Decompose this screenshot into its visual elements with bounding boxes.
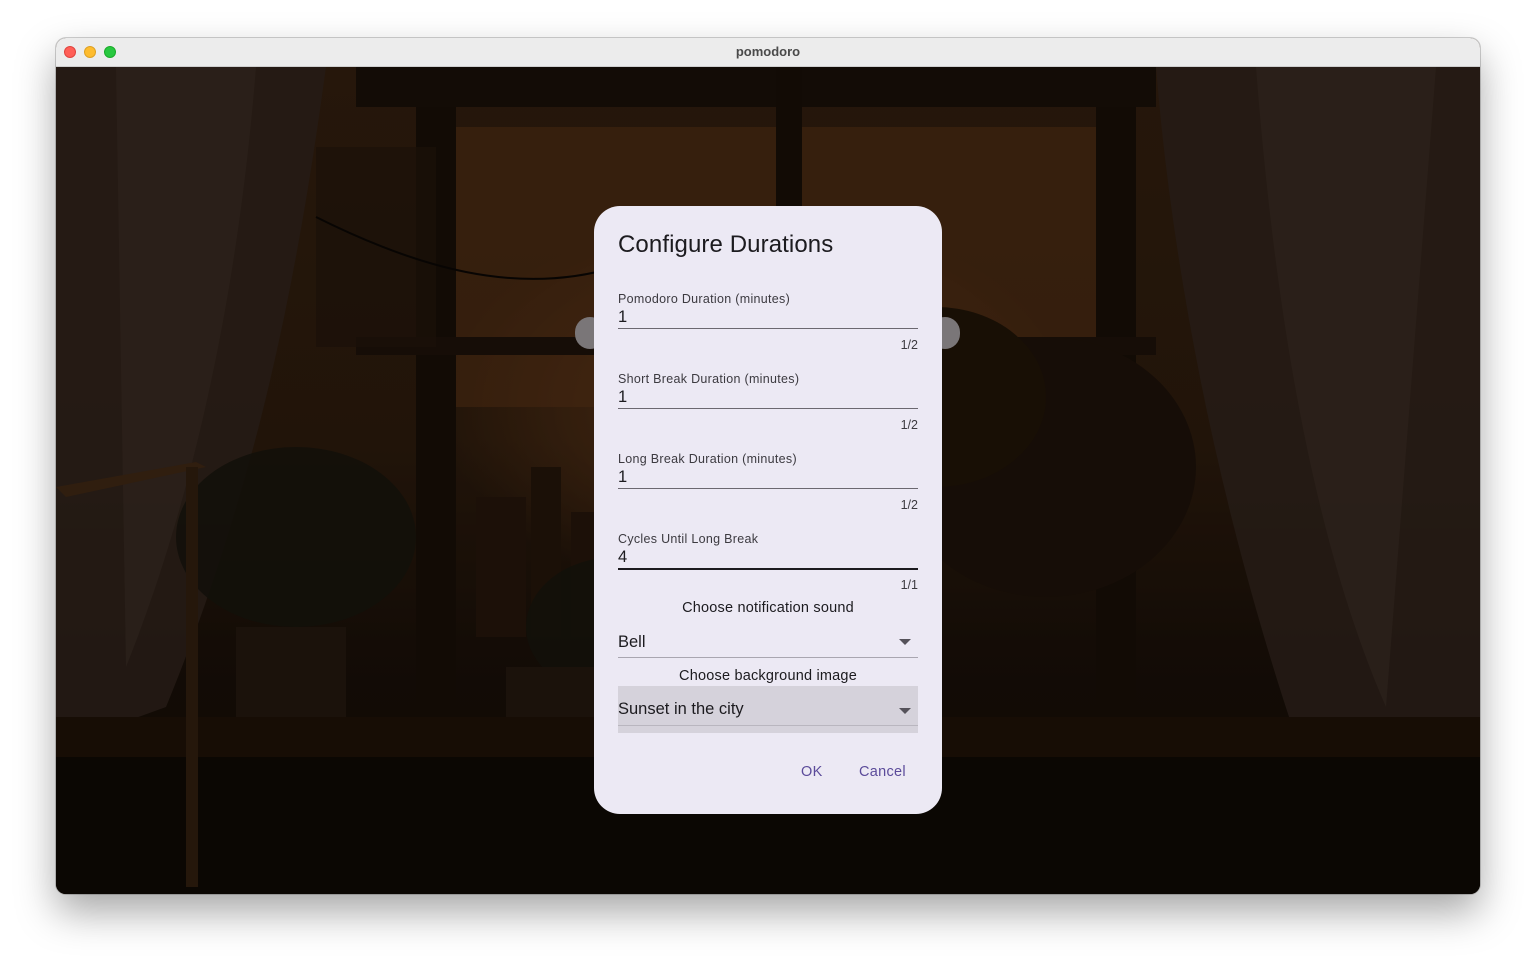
field-label: Pomodoro Duration (minutes) bbox=[618, 292, 791, 306]
chevron-down-icon bbox=[899, 639, 911, 645]
dropdown-selected-value: Bell bbox=[618, 633, 646, 651]
field-label: Short Break Duration (minutes) bbox=[618, 372, 800, 386]
field-underline bbox=[618, 328, 918, 329]
long-break-duration-field[interactable]: Long Break Duration (minutes) 1 1/2 bbox=[618, 451, 918, 512]
field-value[interactable]: 1 bbox=[618, 388, 918, 406]
field-underline bbox=[618, 488, 918, 489]
character-counter: 1/2 bbox=[900, 338, 918, 352]
pomodoro-duration-field[interactable]: Pomodoro Duration (minutes) 1 1/2 bbox=[618, 291, 918, 352]
field-value[interactable]: 1 bbox=[618, 308, 918, 326]
short-break-duration-field[interactable]: Short Break Duration (minutes) 1 1/2 bbox=[618, 371, 918, 432]
character-counter: 1/1 bbox=[900, 578, 918, 592]
notification-sound-label: Choose notification sound bbox=[682, 600, 854, 616]
notification-sound-dropdown[interactable]: Bell bbox=[618, 626, 918, 658]
character-counter: 1/2 bbox=[900, 418, 918, 432]
cycles-until-long-break-field[interactable]: Cycles Until Long Break 4 1/1 bbox=[618, 531, 918, 592]
title-bar: pomodoro bbox=[56, 38, 1480, 67]
field-label: Cycles Until Long Break bbox=[618, 532, 759, 546]
field-label: Long Break Duration (minutes) bbox=[618, 452, 797, 466]
field-value[interactable]: 4 bbox=[618, 548, 918, 566]
main-content: Configure Durations Pomodoro Duration (m… bbox=[56, 67, 1480, 894]
window-title: pomodoro bbox=[735, 44, 801, 59]
app-window: pomodoro Configure Durations Pomodoro Du… bbox=[56, 38, 1480, 894]
character-counter: 1/2 bbox=[900, 498, 918, 512]
field-underline bbox=[618, 408, 918, 409]
dropdown-selected-value: Sunset in the city bbox=[618, 700, 744, 718]
chevron-down-icon bbox=[899, 708, 911, 714]
dialog-title: Configure Durations bbox=[618, 231, 834, 258]
configure-durations-dialog: Configure Durations Pomodoro Duration (m… bbox=[594, 206, 942, 814]
background-image-label: Choose background image bbox=[679, 668, 857, 684]
field-value[interactable]: 1 bbox=[618, 468, 918, 486]
field-underline bbox=[618, 568, 918, 570]
background-image-dropdown[interactable]: Sunset in the city bbox=[618, 686, 918, 733]
dropdown-underline bbox=[618, 657, 918, 658]
ok-button[interactable]: OK bbox=[801, 764, 823, 780]
cancel-button[interactable]: Cancel bbox=[859, 764, 906, 780]
dropdown-underline bbox=[618, 725, 918, 726]
